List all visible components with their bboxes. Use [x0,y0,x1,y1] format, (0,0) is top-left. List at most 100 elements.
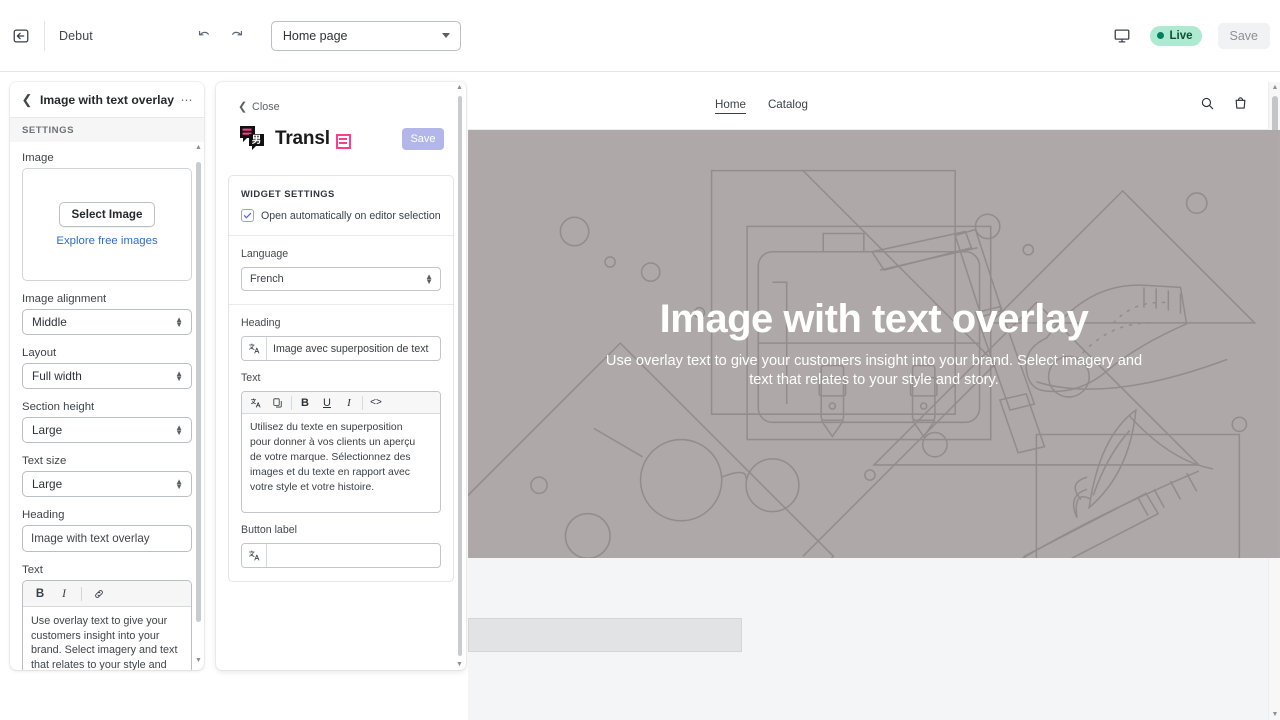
redo-icon[interactable] [225,24,249,48]
undo-icon[interactable] [193,24,217,48]
back-arrow-icon[interactable] [10,25,32,47]
search-icon[interactable] [1200,96,1215,116]
text-label: Text [22,564,192,576]
translation-editor-toolbar: B U I <> [242,392,440,414]
chevron-down-icon [442,33,450,38]
scroll-down-arrow-icon[interactable]: ▼ [1269,711,1280,718]
chevron-left-icon[interactable]: ❮ [18,92,36,108]
preview-nav-home[interactable]: Home [715,98,746,114]
brand-logo-mark-e [336,134,351,149]
language-section: Language French ▲▼ [229,235,453,304]
layout-value: Full width [32,369,82,383]
history-buttons [193,24,249,48]
code-button[interactable]: <> [365,393,387,413]
language-select[interactable]: French ▲▼ [241,267,441,291]
toolbar-divider [362,396,363,410]
preview-nav-catalog[interactable]: Catalog [768,98,808,114]
scroll-up-arrow-icon[interactable]: ▲ [1269,84,1280,91]
svg-text:男: 男 [252,135,262,146]
auto-open-row[interactable]: Open automatically on editor selection [241,209,441,222]
translation-save-label: Save [410,133,435,145]
status-badge-label: Live [1169,30,1192,42]
button-label-value [267,544,440,567]
text-rich-editor-value[interactable]: Use overlay text to give your customers … [23,607,191,670]
brand-logo-text: Transl [275,128,330,150]
desktop-preview-icon[interactable] [1110,24,1134,48]
stepper-icon: ▲▼ [175,317,183,327]
top-bar-divider [44,21,45,51]
section-settings-sidebar: ❮ Image with text overlay ⋯ SETTINGS Ima… [10,82,204,670]
preview-gap [468,558,1280,618]
page-select-value: Home page [283,29,348,43]
toolbar-divider [81,587,82,601]
stepper-icon: ▲▼ [175,425,183,435]
brand-logo: 男 Transl [238,125,351,153]
auto-open-label: Open automatically on editor selection [261,210,441,222]
translation-settings-card: WIDGET SETTINGS Open automatically on ed… [228,175,454,582]
bold-button[interactable]: B [29,584,51,604]
top-bar-right: Live Save [1110,23,1280,49]
translation-heading-value: Image avec superposition de text [267,337,440,360]
link-icon[interactable] [88,584,110,604]
text-rich-editor[interactable]: B I Use overlay text to give your custom… [22,580,192,670]
stepper-icon: ▲▼ [425,274,433,284]
underline-button[interactable]: U [316,393,338,413]
copy-icon[interactable] [267,393,289,413]
heading-input[interactable]: Image with text overlay [22,525,192,552]
image-alignment-select[interactable]: Middle ▲▼ [22,309,192,335]
layout-label: Layout [22,347,192,359]
image-picker[interactable]: Select Image Explore free images [22,168,192,281]
hero-section: Image with text overlay Use overlay text… [468,130,1280,558]
close-panel-button[interactable]: ❮ Close [238,100,454,113]
widget-settings-section: WIDGET SETTINGS Open automatically on ed… [229,176,453,235]
layout-select[interactable]: Full width ▲▼ [22,363,192,389]
preview-store-header: Home Catalog [468,82,1280,130]
page-select[interactable]: Home page [271,21,461,51]
shopping-bag-icon[interactable] [1233,95,1248,116]
button-label-label: Button label [241,524,441,536]
hero-placeholder-illustration [468,130,1280,558]
translate-icon[interactable] [245,393,267,413]
settings-section-label: SETTINGS [10,118,204,142]
select-image-button[interactable]: Select Image [59,202,156,227]
scroll-down-arrow-icon[interactable]: ▼ [195,657,202,664]
text-size-value: Large [32,477,62,491]
chevron-left-icon: ❮ [238,100,247,113]
auto-open-checkbox[interactable] [241,209,254,222]
text-size-select[interactable]: Large ▲▼ [22,471,192,497]
scrollbar-thumb[interactable] [196,162,201,622]
translate-icon[interactable] [242,544,267,567]
store-preview: Home Catalog [468,82,1280,720]
italic-button[interactable]: I [338,393,360,413]
sidebar-scrollbar[interactable]: ▲ ▼ [195,144,202,664]
translation-widget-panel: ❮ Close 男 Transl Save WIDGET SETTINGS [216,82,466,670]
sidebar-header: ❮ Image with text overlay ⋯ [10,82,204,118]
toolbar-divider [291,396,292,410]
heading-input-value: Image with text overlay [31,532,150,545]
section-height-select[interactable]: Large ▲▼ [22,417,192,443]
translate-icon[interactable] [242,337,267,360]
stepper-icon: ▲▼ [175,479,183,489]
translation-text-value[interactable]: Utilisez du texte en superposition pour … [242,414,440,512]
sidebar-settings-body: Image Select Image Explore free images I… [10,142,204,670]
hero-text: Use overlay text to give your customers … [604,352,1144,390]
translation-text-editor[interactable]: B U I <> Utilisez du texte en superposit… [241,391,441,513]
hero-heading: Image with text overlay [660,298,1089,340]
close-panel-label: Close [252,101,280,113]
language-label: Language [241,248,441,260]
explore-free-images-link[interactable]: Explore free images [56,235,157,247]
button-label-input[interactable] [241,543,441,568]
italic-button[interactable]: I [53,584,75,604]
translation-heading-input[interactable]: Image avec superposition de text [241,336,441,361]
section-height-value: Large [32,423,62,437]
translation-brand-row: 男 Transl Save [238,125,454,153]
status-badge: Live [1150,26,1201,46]
rich-editor-toolbar: B I [23,581,191,607]
stepper-icon: ▲▼ [175,371,183,381]
bold-button[interactable]: B [294,393,316,413]
widget-settings-label: WIDGET SETTINGS [241,188,441,199]
translate-speech-bubbles-icon: 男 [238,125,270,153]
translation-save-button[interactable]: Save [402,128,444,150]
save-button[interactable]: Save [1218,23,1271,49]
more-horizontal-icon[interactable]: ⋯ [178,95,196,105]
